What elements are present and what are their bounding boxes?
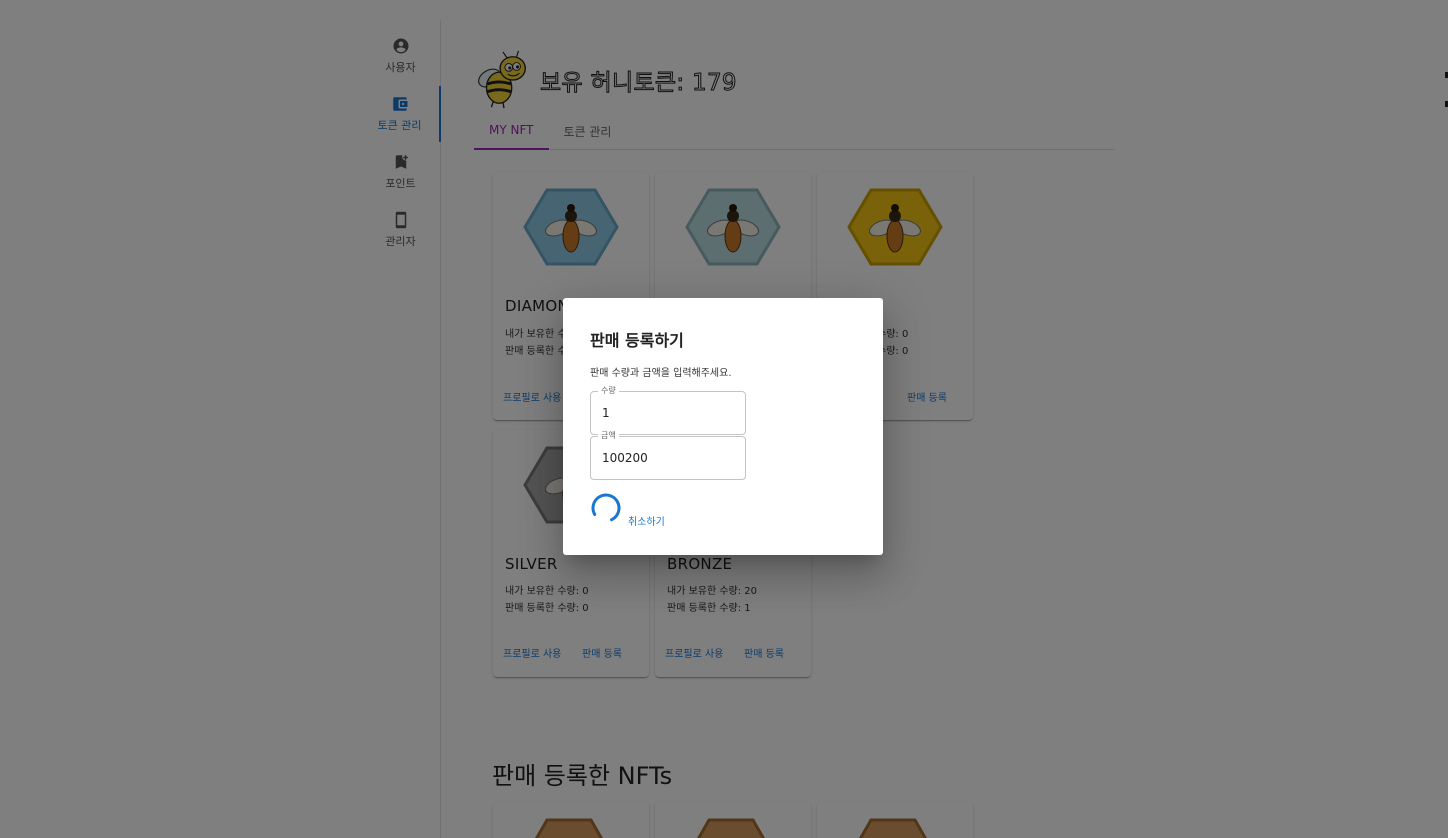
loading-spinner-icon: [591, 493, 621, 523]
register-sale-dialog: 판매 등록하기 판매 수량과 금액을 입력해주세요. 수량 금액 취소하기: [563, 298, 883, 555]
quantity-input[interactable]: [591, 392, 745, 434]
dialog-description: 판매 수량과 금액을 입력해주세요.: [590, 368, 732, 379]
cancel-button[interactable]: 취소하기: [628, 513, 665, 528]
price-input[interactable]: [591, 437, 745, 479]
dialog-title: 판매 등록하기: [590, 331, 684, 350]
quantity-field[interactable]: 수량: [590, 385, 746, 435]
price-field[interactable]: 금액: [590, 430, 746, 480]
